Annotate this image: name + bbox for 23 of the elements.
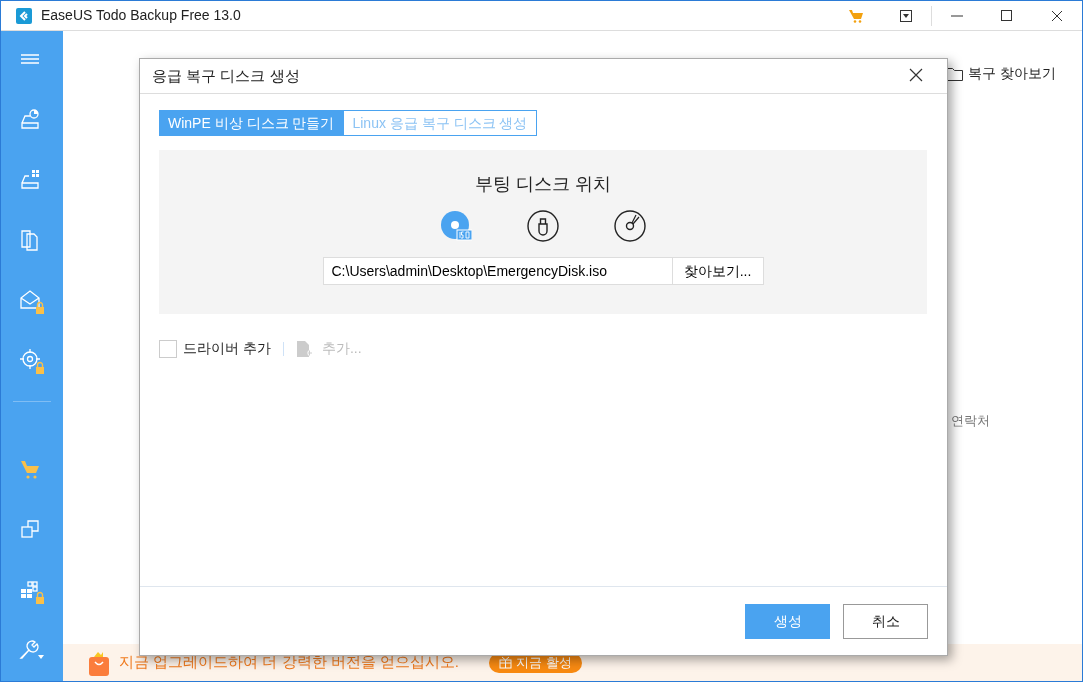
disc-icon[interactable] <box>614 210 646 242</box>
checkbox[interactable] <box>159 339 177 358</box>
path-field[interactable]: C:\Users\admin\Desktop\EmergencyDisk.iso <box>322 257 673 285</box>
section-title: 부팅 디스크 위치 <box>475 173 611 196</box>
browse-button[interactable]: 찾아보기... <box>672 257 764 285</box>
windows-icon[interactable] <box>19 578 45 604</box>
iso-disc-icon[interactable] <box>440 210 472 242</box>
app-logo-icon <box>16 7 32 24</box>
target-icon[interactable] <box>19 348 45 374</box>
checkbox-label: 드라이버 추가 <box>183 339 271 358</box>
browse-recovery-link[interactable]: 복구 찾아보기 <box>968 63 1056 84</box>
shopping-bag-icon <box>89 649 109 676</box>
envelope-icon[interactable] <box>19 288 45 314</box>
usb-drive-icon[interactable] <box>527 210 559 242</box>
file-add-icon <box>295 339 312 358</box>
tab[interactable]: WinPE 비상 디스크 만들기 <box>159 110 344 136</box>
upgrade-message: 지금 업그레이드하여 더 강력한 버전을 얻으십시오. <box>119 652 459 673</box>
close-icon[interactable] <box>909 68 925 84</box>
cancel-button[interactable]: 취소 <box>843 603 928 639</box>
window-title: EaseUS Todo Backup Free 13.0 <box>41 6 241 25</box>
create-button[interactable]: 생성 <box>745 603 830 639</box>
dialog-title: 응급 복구 디스크 생성 <box>152 65 300 86</box>
contact-link[interactable]: 연락처 <box>951 411 990 431</box>
